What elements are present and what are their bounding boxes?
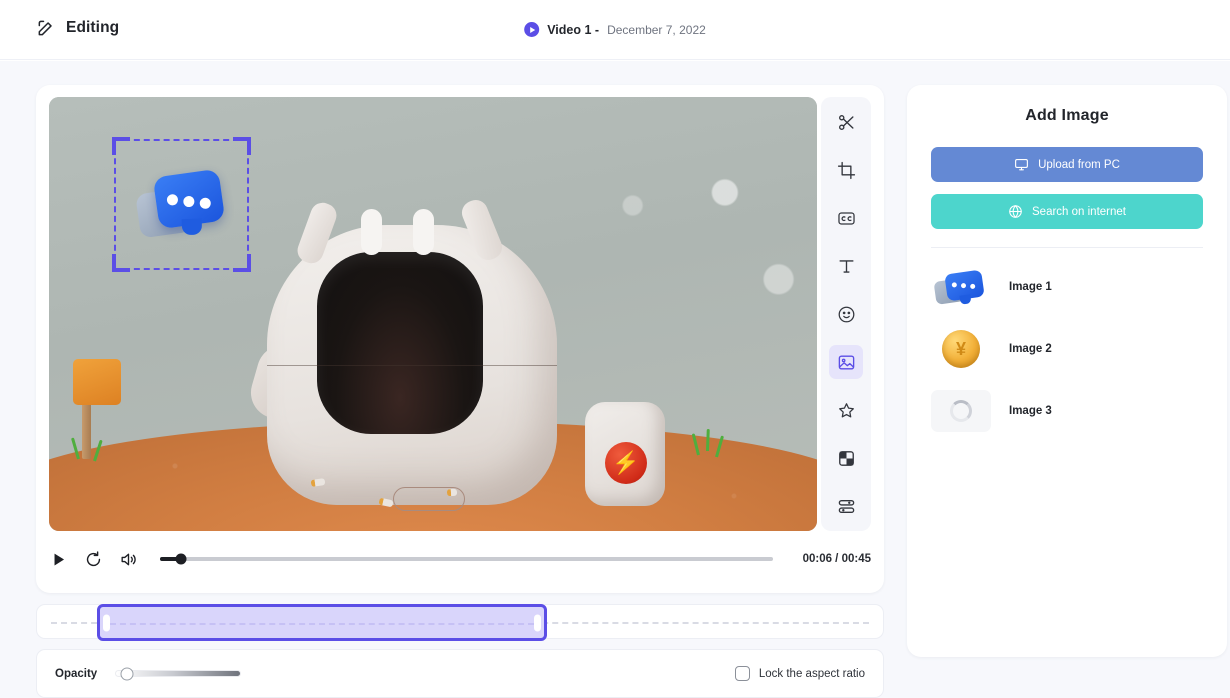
play-circle-icon: [524, 22, 540, 37]
robot-face-screen: [317, 252, 483, 434]
page-body: ⚡ 00:06 / 00:45 Opacity Lock the aspect …: [0, 61, 1230, 698]
resize-handle-top-left[interactable]: [112, 137, 130, 155]
cut-tool-button[interactable]: [829, 105, 863, 139]
time-display: 00:06 / 00:45: [802, 553, 871, 565]
lock-aspect-ratio-label: Lock the aspect ratio: [758, 667, 865, 680]
video-title: Video 1 -: [547, 22, 600, 37]
search-on-internet-label: Search on internet: [1032, 205, 1126, 218]
opacity-control-group: Opacity: [55, 667, 242, 680]
properties-bar: Opacity Lock the aspect ratio: [36, 649, 884, 698]
adjustments-tool-button[interactable]: [829, 489, 863, 523]
timeline-selection-range[interactable]: [97, 604, 547, 641]
chat-bubble-overlay[interactable]: [135, 167, 230, 247]
captions-tool-button[interactable]: [829, 201, 863, 235]
editing-status-group: Editing: [36, 18, 119, 38]
robot-seam-line: [267, 365, 557, 367]
resize-handle-bottom-right[interactable]: [233, 254, 251, 272]
video-meta-group: Video 1 - December 7, 2022: [524, 22, 706, 37]
video-date: December 7, 2022: [607, 22, 706, 37]
sticker-tool-button[interactable]: [829, 297, 863, 331]
effects-tool-button[interactable]: [829, 393, 863, 427]
timeline-selection-dash: [110, 622, 534, 625]
video-preview-stage[interactable]: ⚡: [49, 97, 817, 531]
volume-icon[interactable]: [119, 550, 138, 569]
list-item[interactable]: ¥ Image 2: [931, 318, 1203, 380]
image-item-label: Image 3: [1009, 405, 1052, 417]
play-icon[interactable]: [49, 550, 68, 569]
edit-square-icon: [36, 18, 56, 38]
image-selection-box[interactable]: [112, 137, 251, 272]
upload-from-pc-button[interactable]: Upload from PC: [931, 147, 1203, 182]
image-item-label: Image 1: [1009, 281, 1052, 293]
add-image-panel: Add Image Upload from PC Search on inter…: [907, 85, 1227, 657]
lock-aspect-ratio-group[interactable]: Lock the aspect ratio: [734, 666, 865, 681]
coin-thumb-icon: ¥: [931, 328, 991, 370]
chat-bubble-thumb-icon: [931, 266, 991, 308]
panel-divider: [931, 247, 1203, 248]
crop-tool-button[interactable]: [829, 153, 863, 187]
robot-eye-right: [413, 209, 434, 255]
editing-label: Editing: [66, 19, 120, 36]
image-item-label: Image 2: [1009, 343, 1052, 355]
timeline-handle-left[interactable]: [103, 614, 110, 631]
opacity-slider-thumb[interactable]: [120, 667, 134, 680]
restart-icon[interactable]: [84, 550, 103, 569]
search-on-internet-button[interactable]: Search on internet: [931, 194, 1203, 229]
panel-title: Add Image: [1025, 107, 1109, 124]
top-header-bar: Editing Video 1 - December 7, 2022: [0, 0, 1230, 60]
lock-aspect-ratio-checkbox[interactable]: [734, 666, 750, 681]
transition-tool-button[interactable]: [829, 441, 863, 475]
seek-thumb[interactable]: [175, 553, 187, 565]
seek-slider[interactable]: [160, 553, 773, 565]
timeline-handle-right[interactable]: [534, 614, 541, 631]
timeline-card[interactable]: [36, 604, 884, 641]
resize-handle-top-right[interactable]: [233, 137, 251, 155]
editor-card: ⚡ 00:06 / 00:45: [36, 85, 884, 593]
opacity-slider[interactable]: [115, 667, 242, 680]
text-tool-button[interactable]: [829, 249, 863, 283]
image-tool-button[interactable]: [829, 345, 863, 379]
list-item[interactable]: Image 1: [931, 256, 1203, 318]
player-controls: 00:06 / 00:45: [49, 539, 871, 579]
robot-eye-left: [361, 209, 382, 255]
signpost-board: [73, 359, 121, 405]
monitor-icon: [1014, 157, 1029, 172]
editor-tool-rail: [821, 97, 871, 531]
opacity-label: Opacity: [55, 667, 98, 680]
globe-icon: [1008, 204, 1023, 219]
lightning-badge-icon: ⚡: [605, 442, 647, 484]
list-item[interactable]: Image 3: [931, 380, 1203, 442]
upload-from-pc-label: Upload from PC: [1038, 158, 1120, 171]
resize-handle-bottom-left[interactable]: [112, 254, 130, 272]
loading-spinner-thumb-icon: [931, 390, 991, 432]
